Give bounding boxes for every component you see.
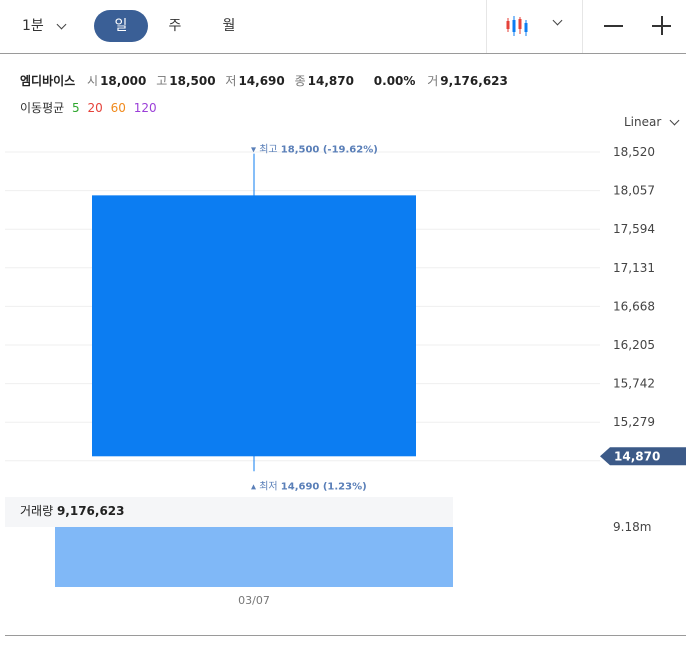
volume-header: 거래량 9,176,623 [20,504,125,518]
x-axis: 03/07 [238,594,270,607]
low-annotation: ▴ 최저 14,690 (1.23%) [251,480,367,492]
x-tick-label: 03/07 [238,594,270,607]
candles [92,153,416,472]
price-chart: 18,520 18,057 17,594 17,131 16,668 16,205 15,7… [5,144,686,607]
current-price-tag: 14,870 [600,447,686,466]
candle-body [92,195,416,457]
volume-axis-label: 9.18m [613,520,651,534]
y-tick-label: 17,131 [613,261,655,275]
footer-divider [5,635,686,636]
volume-bar [55,527,453,587]
y-tick-label: 18,520 [613,145,655,159]
volume-panel: 거래량 9,176,623 9.18m [5,497,651,587]
y-tick-label: 15,742 [613,377,655,391]
y-tick-label: 16,205 [613,338,655,352]
y-tick-label: 16,668 [613,299,655,313]
current-price-label: 14,870 [614,449,660,463]
y-tick-label: 18,057 [613,184,655,198]
high-annotation: ▾ 최고 18,500 (-19.62%) [251,144,378,156]
y-tick-label: 17,594 [613,222,655,236]
y-axis: 18,520 18,057 17,594 17,131 16,668 16,205 15,7… [613,145,655,429]
y-tick-label: 15,279 [613,415,655,429]
